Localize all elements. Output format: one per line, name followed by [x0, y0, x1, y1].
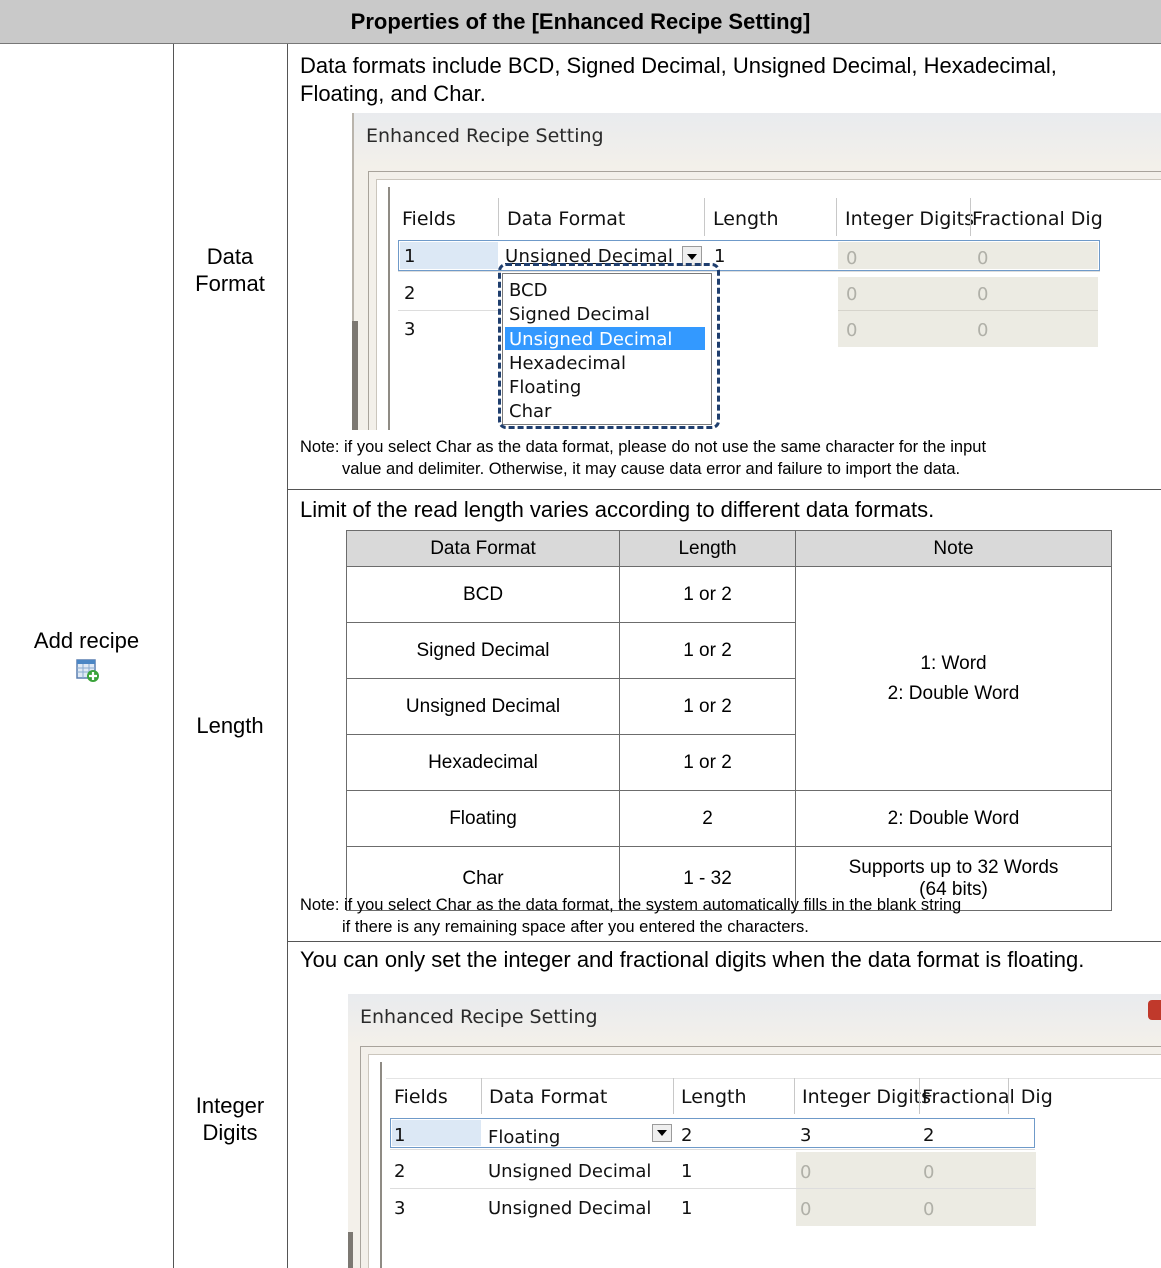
divider: [287, 489, 1161, 490]
note-cell: 2: Double Word: [795, 790, 1112, 847]
fractional-digits-cell: 0: [977, 320, 989, 341]
integer-digits-cell: 0: [800, 1162, 812, 1183]
fractional-digits-cell[interactable]: 2: [923, 1125, 934, 1146]
column-header[interactable]: Fields: [394, 1086, 448, 1108]
field-cell[interactable]: 1: [404, 246, 415, 267]
length-note: Note: if you select Char as the data for…: [300, 896, 962, 936]
column-header[interactable]: Integer Digits: [802, 1086, 931, 1108]
length-cell[interactable]: 2: [681, 1125, 692, 1146]
divider: [173, 44, 174, 1268]
length-cell: 1 or 2: [619, 678, 796, 735]
field-cell[interactable]: 3: [394, 1198, 405, 1219]
column-header: Length: [619, 530, 796, 567]
fractional-digits-cell: 0: [977, 248, 989, 269]
length-description: Limit of the read length varies accordin…: [300, 497, 935, 522]
window-title: Enhanced Recipe Setting: [360, 1006, 598, 1028]
integer-digits-label: Integer Digits: [195, 1093, 265, 1145]
integer-digits-cell: 0: [846, 284, 858, 305]
format-cell: Floating: [346, 790, 620, 847]
length-cell[interactable]: 1: [681, 1198, 692, 1219]
length-cell: 1 or 2: [619, 622, 796, 679]
format-cell: Unsigned Decimal: [346, 678, 620, 735]
length-cell: 2: [619, 790, 796, 847]
column-header[interactable]: Integer Digits: [845, 208, 974, 230]
field-cell[interactable]: 3: [404, 319, 415, 340]
recipe-window-screenshot: Enhanced Recipe Setting Fields Data Form…: [348, 994, 1161, 1268]
fractional-digits-cell: 0: [923, 1199, 935, 1220]
length-cell: 1 or 2: [619, 566, 796, 623]
data-format-cell[interactable]: Unsigned Decimal: [488, 1198, 651, 1219]
column-header[interactable]: Fractional Dig: [922, 1086, 1053, 1108]
field-cell[interactable]: 2: [404, 283, 415, 304]
chevron-down-icon[interactable]: [652, 1124, 672, 1142]
table-row: Floating 2 2: Double Word: [346, 790, 1112, 847]
integer-digits-cell: 0: [846, 320, 858, 341]
recipe-window-screenshot: Enhanced Recipe Setting Fields Data Form…: [352, 113, 1161, 430]
length-table: Data Format Length Note BCD 1 or 2 1: Wo…: [346, 530, 1112, 911]
field-cell[interactable]: 2: [394, 1161, 405, 1182]
divider: [287, 44, 288, 1268]
add-recipe-icon: [76, 659, 100, 683]
data-format-description: Data formats include BCD, Signed Decimal…: [300, 53, 1057, 106]
column-header[interactable]: Data Format: [489, 1086, 607, 1108]
data-format-cell[interactable]: Unsigned Decimal: [488, 1161, 651, 1182]
data-format-label: Data Format: [195, 244, 265, 296]
fractional-digits-cell: 0: [923, 1162, 935, 1183]
table-title: Properties of the [Enhanced Recipe Setti…: [350, 9, 811, 34]
column-header: Data Format: [346, 530, 620, 567]
format-cell: Hexadecimal: [346, 734, 620, 791]
add-recipe-label: Add recipe: [33, 628, 140, 653]
format-cell: BCD: [346, 566, 620, 623]
integer-digits-description: You can only set the integer and fractio…: [300, 947, 1085, 972]
integer-digits-cell: 0: [846, 248, 858, 269]
table-row: BCD 1 or 2 1: Word 2: Double Word: [346, 566, 1112, 791]
format-cell: Signed Decimal: [346, 622, 620, 679]
length-label: Length: [196, 713, 264, 738]
table-row[interactable]: [390, 1118, 1035, 1148]
data-format-select[interactable]: Floating: [488, 1127, 560, 1148]
fractional-digits-cell: 0: [977, 284, 989, 305]
window-title: Enhanced Recipe Setting: [366, 125, 604, 147]
column-header[interactable]: Fields: [402, 208, 456, 230]
length-cell[interactable]: 1: [681, 1161, 692, 1182]
column-header[interactable]: Length: [681, 1086, 747, 1108]
integer-digits-cell[interactable]: 3: [800, 1125, 811, 1146]
field-cell[interactable]: 1: [394, 1125, 405, 1146]
integer-digits-cell: 0: [800, 1199, 812, 1220]
dropdown-highlight: [498, 263, 720, 429]
data-format-note: Note: if you select Char as the data for…: [300, 438, 987, 478]
column-header[interactable]: Fractional Dig: [972, 208, 1103, 230]
column-header[interactable]: Data Format: [507, 208, 625, 230]
length-cell: 1 or 2: [619, 734, 796, 791]
column-header[interactable]: Length: [713, 208, 779, 230]
column-header: Note: [795, 530, 1112, 567]
note-cell: 1: Word 2: Double Word: [795, 566, 1112, 791]
divider: [287, 941, 1161, 942]
